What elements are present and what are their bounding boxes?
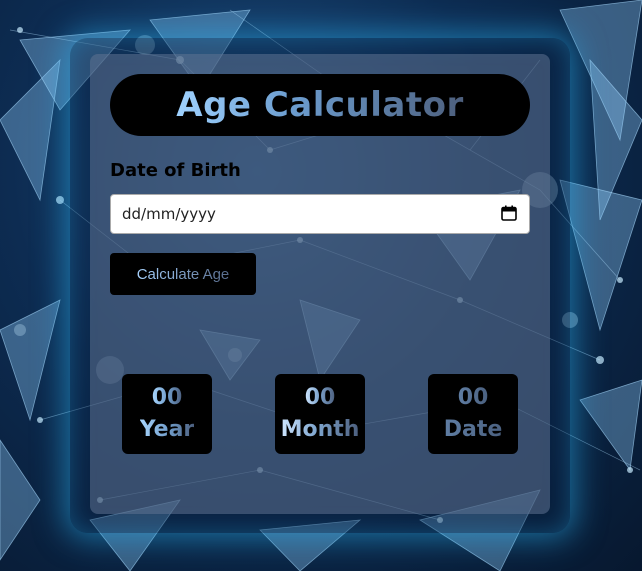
date-placeholder: dd/mm/yyyy — [122, 205, 216, 223]
year-label: Year — [140, 414, 195, 446]
date-result: 00 Date — [428, 374, 518, 454]
title-banner: Age Calculator — [110, 74, 530, 136]
calculator-card: Age Calculator Date of Birth dd/mm/yyyy … — [90, 54, 550, 514]
calculate-age-label: Calculate Age — [136, 265, 230, 283]
date-of-birth-input[interactable]: dd/mm/yyyy — [110, 194, 530, 234]
date-value: 00 — [458, 382, 489, 414]
calculate-age-button[interactable]: Calculate Age — [110, 253, 256, 295]
year-value: 00 — [152, 382, 183, 414]
year-result: 00 Year — [122, 374, 212, 454]
month-result: 00 Month — [275, 374, 365, 454]
month-label: Month — [281, 414, 360, 446]
date-label: Date — [444, 414, 503, 446]
page-title: Age Calculator — [176, 85, 464, 125]
dob-label: Date of Birth — [110, 160, 241, 181]
calendar-icon[interactable] — [501, 205, 517, 221]
month-value: 00 — [305, 382, 336, 414]
